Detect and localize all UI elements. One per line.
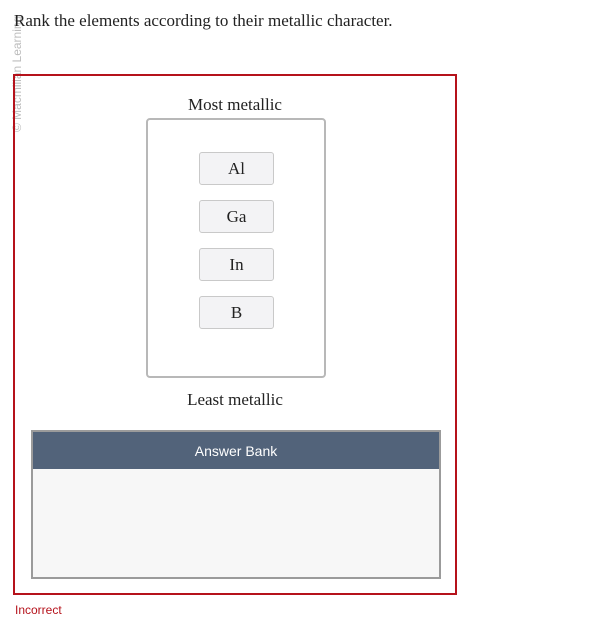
answer-bank-title: Answer Bank bbox=[33, 432, 439, 469]
rank-item-1[interactable]: Al bbox=[199, 152, 274, 185]
answer-bank[interactable]: Answer Bank bbox=[31, 430, 441, 579]
feedback-status: Incorrect bbox=[15, 603, 62, 617]
rank-item-3[interactable]: In bbox=[199, 248, 274, 281]
rank-item-4[interactable]: B bbox=[199, 296, 274, 329]
rank-item-2[interactable]: Ga bbox=[199, 200, 274, 233]
least-metallic-label: Least metallic bbox=[187, 390, 283, 409]
question-prompt: Rank the elements according to their met… bbox=[14, 11, 393, 30]
most-metallic-label: Most metallic bbox=[188, 95, 282, 114]
answer-bank-dropzone[interactable] bbox=[33, 469, 439, 577]
